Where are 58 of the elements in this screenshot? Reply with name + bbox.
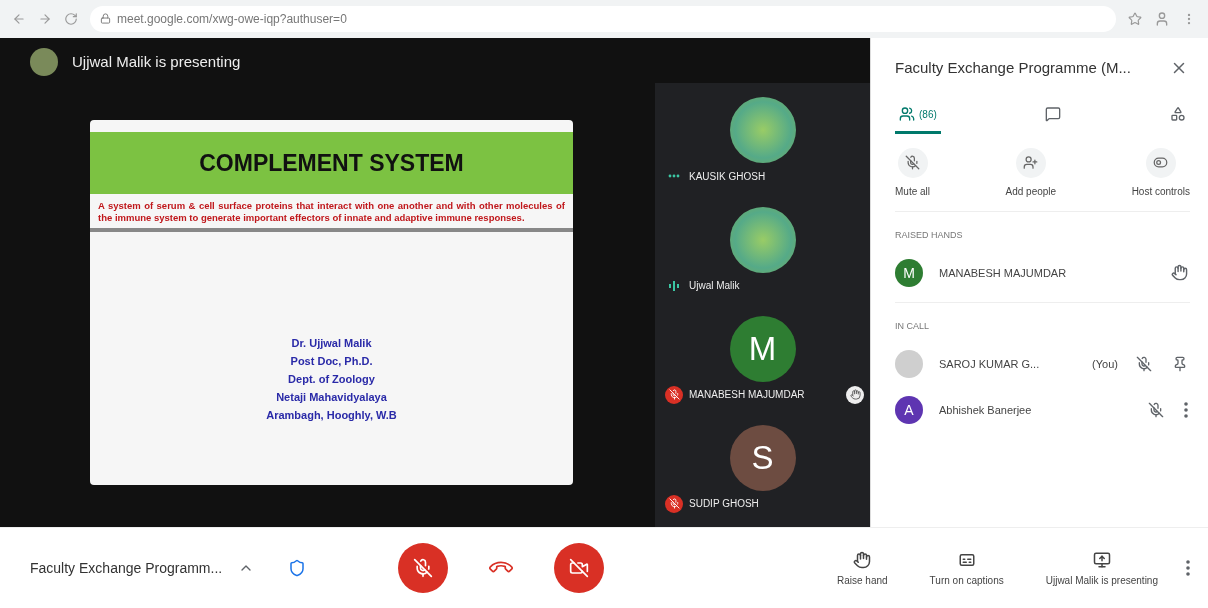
participant-name: Abhishek Banerjee	[939, 403, 1033, 416]
participant-name: SUDIP GHOSH	[689, 498, 759, 510]
slide-credit: Arambagh, Hooghly, W.B	[266, 408, 397, 421]
slide-credit: Dept. of Zoology	[288, 372, 375, 385]
avatar: S	[729, 424, 796, 491]
chat-icon	[1045, 106, 1062, 123]
you-label: (You)	[1092, 357, 1118, 370]
participant-name: MANABESH MAJUMDAR	[689, 389, 805, 401]
participant-name: KAUSIK GHOSH	[689, 170, 766, 182]
star-icon[interactable]	[1128, 11, 1142, 26]
more-icon	[1184, 401, 1188, 418]
meeting-title: Faculty Exchange Programm...	[30, 560, 223, 577]
avatar: M	[729, 315, 796, 382]
people-icon	[899, 106, 915, 123]
presenter-label: Ujjwal Malik is presenting	[72, 53, 241, 71]
address-bar[interactable]: meet.google.com/xwg-owe-iqp?authuser=0	[90, 5, 1116, 32]
slide-credit: Netaji Mahavidyalaya	[276, 390, 387, 403]
mic-off-icon	[1136, 355, 1152, 372]
shield-icon	[288, 559, 307, 578]
slide-credit: Dr. Ujjwal Malik	[291, 336, 372, 349]
host-action[interactable]: Host controls	[1131, 147, 1190, 197]
avatar-photo	[30, 47, 58, 76]
mic-off-icon	[905, 155, 920, 171]
participant-name: SAROJ KUMAR G...	[939, 357, 1041, 370]
shapes-icon	[1170, 106, 1186, 123]
add-person-icon	[1023, 155, 1039, 171]
toggle-icon	[1153, 155, 1169, 171]
slide-credit: Post Doc, Ph.D.	[290, 354, 373, 367]
section-heading: IN CALL	[895, 320, 930, 331]
more-button[interactable]	[1182, 399, 1190, 420]
lock-icon	[100, 13, 111, 25]
slide-title: COMPLEMENT SYSTEM	[199, 149, 464, 177]
captions-button[interactable]: Turn on captions	[923, 549, 1010, 587]
camera-off-icon	[569, 558, 590, 579]
hand-icon	[853, 550, 872, 569]
add-action[interactable]: Add people	[1005, 147, 1057, 197]
more-icon	[1186, 560, 1190, 577]
section-heading: RAISED HANDS	[895, 229, 964, 240]
avatar: M	[895, 258, 923, 287]
avatar: A	[895, 395, 923, 424]
hand-icon	[1171, 264, 1188, 282]
screen-share-icon	[1092, 550, 1111, 569]
present-button[interactable]: Ujjwal Malik is presenting	[1039, 549, 1164, 587]
profile-icon[interactable]	[1154, 10, 1170, 27]
more-button[interactable]	[1184, 558, 1192, 579]
mic-off-icon	[1148, 401, 1164, 418]
forward-icon[interactable]	[38, 11, 52, 26]
raise-hand-button[interactable]: Raise hand	[831, 549, 894, 587]
participant-name: MANABESH MAJUMDAR	[939, 266, 1068, 279]
pin-icon	[1172, 355, 1188, 372]
panel-title: Faculty Exchange Programme (M...	[895, 59, 1131, 77]
back-icon[interactable]	[12, 11, 26, 26]
mic-off-icon	[413, 558, 434, 579]
participant-name: Ujwal Malik	[689, 280, 740, 291]
avatar-photo	[895, 349, 923, 378]
people-tab[interactable]: (86)	[895, 97, 941, 134]
url-text: meet.google.com/xwg-owe-iqp?authuser=0	[117, 11, 347, 26]
slide-description: A system of serum & cell surface proteins that interact with one another and with other molecules of the immune system to generate important effectors of innate and adaptive immune responses.	[98, 200, 565, 225]
